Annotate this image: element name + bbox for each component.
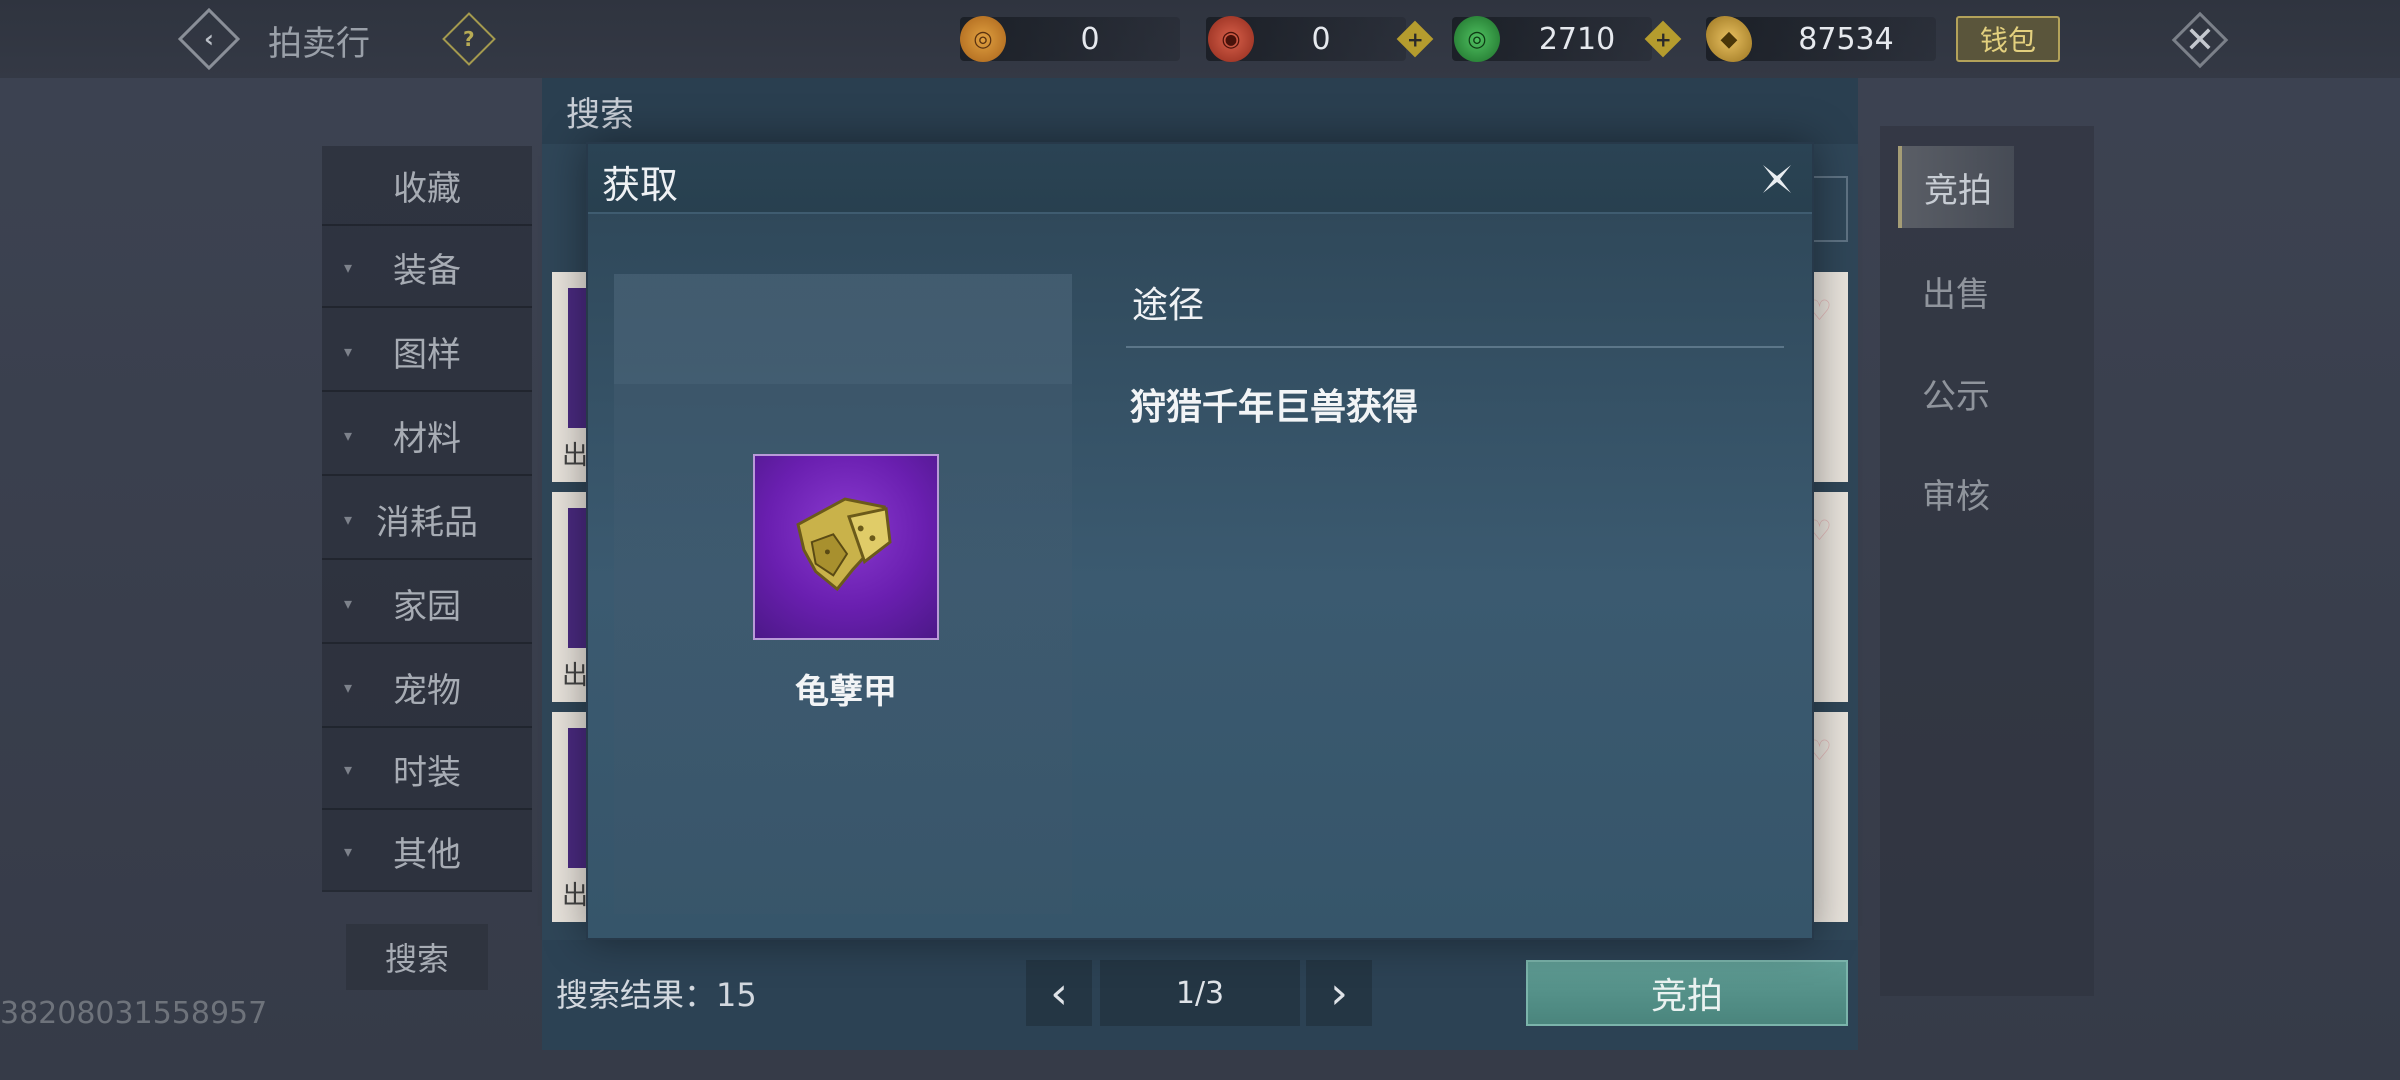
chevron-down-icon: ▾	[344, 341, 353, 361]
results-count: 搜索结果：15	[556, 976, 757, 1014]
category-fashion[interactable]: ▾ 时装	[322, 730, 532, 810]
category-label: 时装	[393, 752, 461, 793]
chevron-down-icon: ▾	[344, 509, 353, 529]
turtle-shell-icon	[796, 497, 892, 592]
chevron-down-icon: ▾	[344, 257, 353, 277]
item-icon[interactable]	[753, 454, 939, 640]
chevron-down-icon: ▾	[344, 759, 353, 779]
category-pets[interactable]: ▾ 宠物	[322, 648, 532, 728]
category-label: 材料	[393, 418, 461, 459]
prev-page-button[interactable]: ‹	[1026, 960, 1092, 1026]
chevron-down-icon: ▾	[344, 677, 353, 697]
source-item[interactable]: 狩猎千年巨兽获得	[1130, 378, 1418, 430]
category-label: 图样	[393, 334, 461, 375]
category-consumables[interactable]: ▾ 消耗品	[322, 480, 532, 560]
category-label: 收藏	[393, 168, 461, 209]
tab-bid[interactable]: 竞拍	[1898, 146, 2014, 228]
question-icon[interactable]: ?	[442, 12, 496, 66]
chevron-down-icon: ▾	[344, 593, 353, 613]
category-label: 家园	[393, 586, 461, 627]
red-token-icon: ◉	[1208, 16, 1254, 62]
tab-sell[interactable]: 出售	[1898, 250, 2014, 332]
user-id: 38208031558957	[0, 996, 268, 1031]
chevron-down-icon: ▾	[344, 841, 353, 861]
tab-review[interactable]: 审核	[1898, 452, 2014, 534]
modal-close-button[interactable]	[1754, 156, 1800, 202]
chevron-left-icon: ‹	[1050, 967, 1068, 1019]
category-home[interactable]: ▾ 家园	[322, 564, 532, 644]
modal-header: 获取	[588, 144, 1812, 214]
category-label: 宠物	[393, 670, 461, 711]
chevron-down-icon: ▾	[344, 425, 353, 445]
page-title: 拍卖行	[268, 24, 370, 64]
tab-notice[interactable]: 公示	[1898, 352, 2014, 434]
category-label: 消耗品	[376, 502, 478, 543]
category-label: 装备	[393, 250, 461, 291]
source-heading: 途径	[1132, 285, 1205, 326]
category-patterns[interactable]: ▾ 图样	[322, 312, 532, 392]
side-search-button[interactable]: 搜索	[346, 924, 488, 990]
card-label: 出	[562, 441, 589, 471]
item-pane-band	[614, 274, 1072, 384]
back-button[interactable]: ‹	[176, 7, 242, 71]
bronze-coin-icon: ◎	[960, 16, 1006, 62]
back-arrow-icon: ‹	[177, 7, 241, 71]
card-label: 出	[562, 661, 589, 691]
page-indicator: 1/3	[1100, 960, 1300, 1026]
close-button[interactable]: ✕	[2171, 11, 2229, 69]
category-menu: 收藏 ▾ 装备 ▾ 图样 ▾ 材料 ▾ 消耗品 ▾ 家园 ▾ 宠物 ▾ 时装 ▾ 其他	[322, 146, 532, 892]
modal-title: 获取	[602, 163, 679, 207]
next-page-button[interactable]: ›	[1306, 960, 1372, 1026]
close-icon	[1763, 165, 1791, 193]
search-window-title: 搜索	[542, 78, 1858, 144]
wallet-button[interactable]: 钱包	[1956, 16, 2060, 62]
category-label: 其他	[393, 834, 461, 875]
category-equipment[interactable]: ▾ 装备	[322, 228, 532, 308]
category-materials[interactable]: ▾ 材料	[322, 396, 532, 476]
category-favorites[interactable]: 收藏	[322, 146, 532, 226]
jade-coin-icon: ◎	[1454, 16, 1500, 62]
top-bar: ‹ 拍卖行 ? 0 ◎ 0 ◉ + 2710 ◎ + 87534 ◆ 钱包 ✕	[0, 0, 2400, 78]
divider	[1126, 346, 1784, 348]
item-name: 龟孽甲	[795, 672, 897, 712]
chevron-right-icon: ›	[1330, 967, 1348, 1019]
category-other[interactable]: ▾ 其他	[322, 812, 532, 892]
acquire-modal: 获取 龟孽甲 途径 狩猎千年巨兽获得	[586, 142, 1814, 940]
close-icon: ✕	[2184, 19, 2216, 61]
card-label: 出	[562, 881, 589, 911]
bid-button[interactable]: 竞拍	[1526, 960, 1848, 1026]
